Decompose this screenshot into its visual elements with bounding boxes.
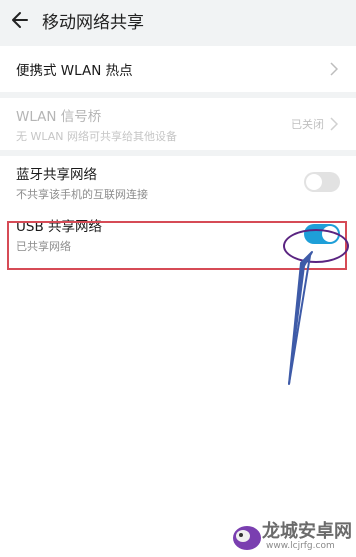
annotation-arrow	[288, 251, 313, 385]
watermark-name: 龙城安卓网	[262, 521, 352, 542]
watermark-url: www.lcjrfg.com	[266, 541, 335, 551]
